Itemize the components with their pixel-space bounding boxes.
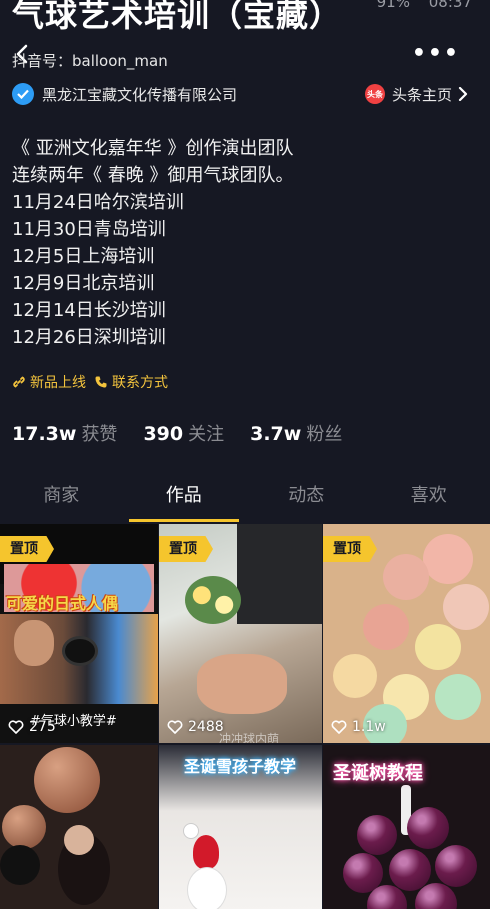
video-grid: 可爱的日式人偶 #气球小教学# 置顶 275 冲冲球内萌 置顶 2488 置顶 … (0, 524, 490, 909)
thumbnail-art (62, 636, 98, 666)
contact-label: 联系方式 (112, 375, 168, 391)
thumbnail-art (389, 849, 431, 891)
bio-line: 11月30日青岛培训 (12, 219, 166, 240)
clock: 08:37 (428, 0, 472, 11)
verified-check-icon (12, 83, 34, 105)
stat-following[interactable]: 390 关注 (143, 420, 224, 446)
bio-line: 11月24日哈尔滨培训 (12, 192, 184, 213)
bio-line: 12月26日深圳培训 (12, 327, 166, 348)
profile-links: 新品上线 联系方式 (12, 372, 176, 392)
thumbnail-art (407, 807, 449, 849)
thumbnail-art (2, 805, 46, 849)
bio-line: 12月14日长沙培训 (12, 300, 166, 321)
likes-count: 275 (29, 719, 56, 735)
heart-icon (167, 720, 183, 734)
stat-followers[interactable]: 3.7w 粉丝 (250, 420, 342, 446)
chevron-right-icon (458, 87, 468, 101)
phone-icon (95, 376, 107, 388)
verified-org-name: 黑龙江宝藏文化传播有限公司 (42, 85, 238, 104)
thumbnail-art (237, 524, 322, 624)
thumbnail-art (34, 747, 100, 813)
thumbnail-art (185, 576, 241, 624)
video-watermark: 冲冲球内萌 (219, 732, 280, 743)
toutiao-icon: 头条 (364, 84, 385, 104)
video-likes: 275 (8, 719, 56, 735)
profile-name: 气球艺术培训（宝藏） (12, 0, 343, 34)
thumbnail-art (435, 674, 481, 720)
douyin-id: 抖音号：balloon_man (12, 52, 168, 70)
likes-count: 1.1w (352, 719, 386, 735)
video-overlay-caption: 圣诞树教程 (333, 763, 423, 784)
pinned-badge: 置顶 (0, 536, 54, 562)
stat-number: 3.7w (250, 423, 302, 445)
bio-line: 12月9日北京培训 (12, 273, 155, 294)
verified-org: 黑龙江宝藏文化传播有限公司 (12, 82, 237, 106)
video-overlay-caption: 圣诞雪孩子教学 (183, 757, 296, 776)
thumbnail-art (363, 604, 409, 650)
tab-moments[interactable]: 动态 (245, 470, 368, 522)
thumbnail-art (193, 835, 219, 869)
video-thumbnail[interactable]: 圣诞雪孩子教学 (159, 745, 322, 909)
stat-label: 粉丝 (306, 424, 343, 445)
profile-tabs: 商家 作品 动态 喜欢 (0, 470, 490, 522)
tab-works[interactable]: 作品 (123, 470, 246, 522)
heart-icon (331, 720, 347, 734)
tab-shop[interactable]: 商家 (0, 470, 123, 522)
stat-label: 获赞 (81, 424, 118, 445)
thumbnail-art (0, 845, 40, 885)
battery-level: 91% (376, 0, 410, 11)
thumbnail-art (443, 584, 489, 630)
contact-link[interactable]: 联系方式 (94, 372, 168, 392)
video-thumbnail[interactable]: 冲冲球内萌 置顶 2488 (159, 524, 322, 743)
bio-line: 《 亚洲文化嘉年华 》创作演出团队 (12, 138, 294, 159)
stat-number: 17.3w (12, 423, 77, 445)
video-thumbnail[interactable]: 置顶 1.1w (323, 524, 490, 743)
video-thumbnail[interactable]: 圣诞树教程 (323, 745, 490, 909)
bio-line: 12月5日上海培训 (12, 246, 155, 267)
thumbnail-art (333, 654, 377, 698)
likes-count: 2488 (188, 719, 224, 735)
thumbnail-art (197, 654, 287, 714)
status-bar: 91% 08:37 (377, 0, 472, 14)
video-likes: 2488 (167, 719, 224, 735)
pinned-badge: 置顶 (159, 536, 213, 562)
thumbnail-art (64, 825, 94, 855)
new-launch-link[interactable]: 新品上线 (12, 372, 86, 392)
stat-label: 关注 (188, 424, 225, 445)
stat-number: 390 (143, 423, 184, 445)
video-thumbnail[interactable]: 可爱的日式人偶 #气球小教学# 置顶 275 (0, 524, 158, 743)
toutiao-label: 头条主页 (391, 85, 452, 104)
video-thumbnail[interactable] (0, 745, 158, 909)
toutiao-homepage-link[interactable]: 头条 头条主页 (364, 82, 468, 106)
video-overlay-caption: 可爱的日式人偶 (6, 594, 119, 613)
more-options-icon[interactable]: ••• (412, 43, 460, 65)
thumbnail-art (183, 823, 199, 839)
tab-liked[interactable]: 喜欢 (368, 470, 490, 522)
link-icon (13, 376, 25, 388)
thumbnail-art (14, 620, 54, 666)
heart-icon (8, 720, 24, 734)
thumbnail-art (423, 534, 473, 584)
new-launch-label: 新品上线 (30, 375, 86, 391)
pinned-badge: 置顶 (323, 536, 377, 562)
video-likes: 1.1w (331, 719, 386, 735)
bio-line: 连续两年《 春晚 》御用气球团队。 (12, 165, 294, 186)
thumbnail-art (435, 845, 477, 887)
thumbnail-art (415, 624, 461, 670)
bio: 《 亚洲文化嘉年华 》创作演出团队 连续两年《 春晚 》御用气球团队。 11月2… (12, 135, 293, 351)
thumbnail-art (357, 815, 397, 855)
thumbnail-art (187, 867, 227, 909)
stat-likes[interactable]: 17.3w 获赞 (12, 420, 117, 446)
thumbnail-art (383, 554, 429, 600)
profile-stats: 17.3w 获赞 390 关注 3.7w 粉丝 (12, 420, 368, 446)
